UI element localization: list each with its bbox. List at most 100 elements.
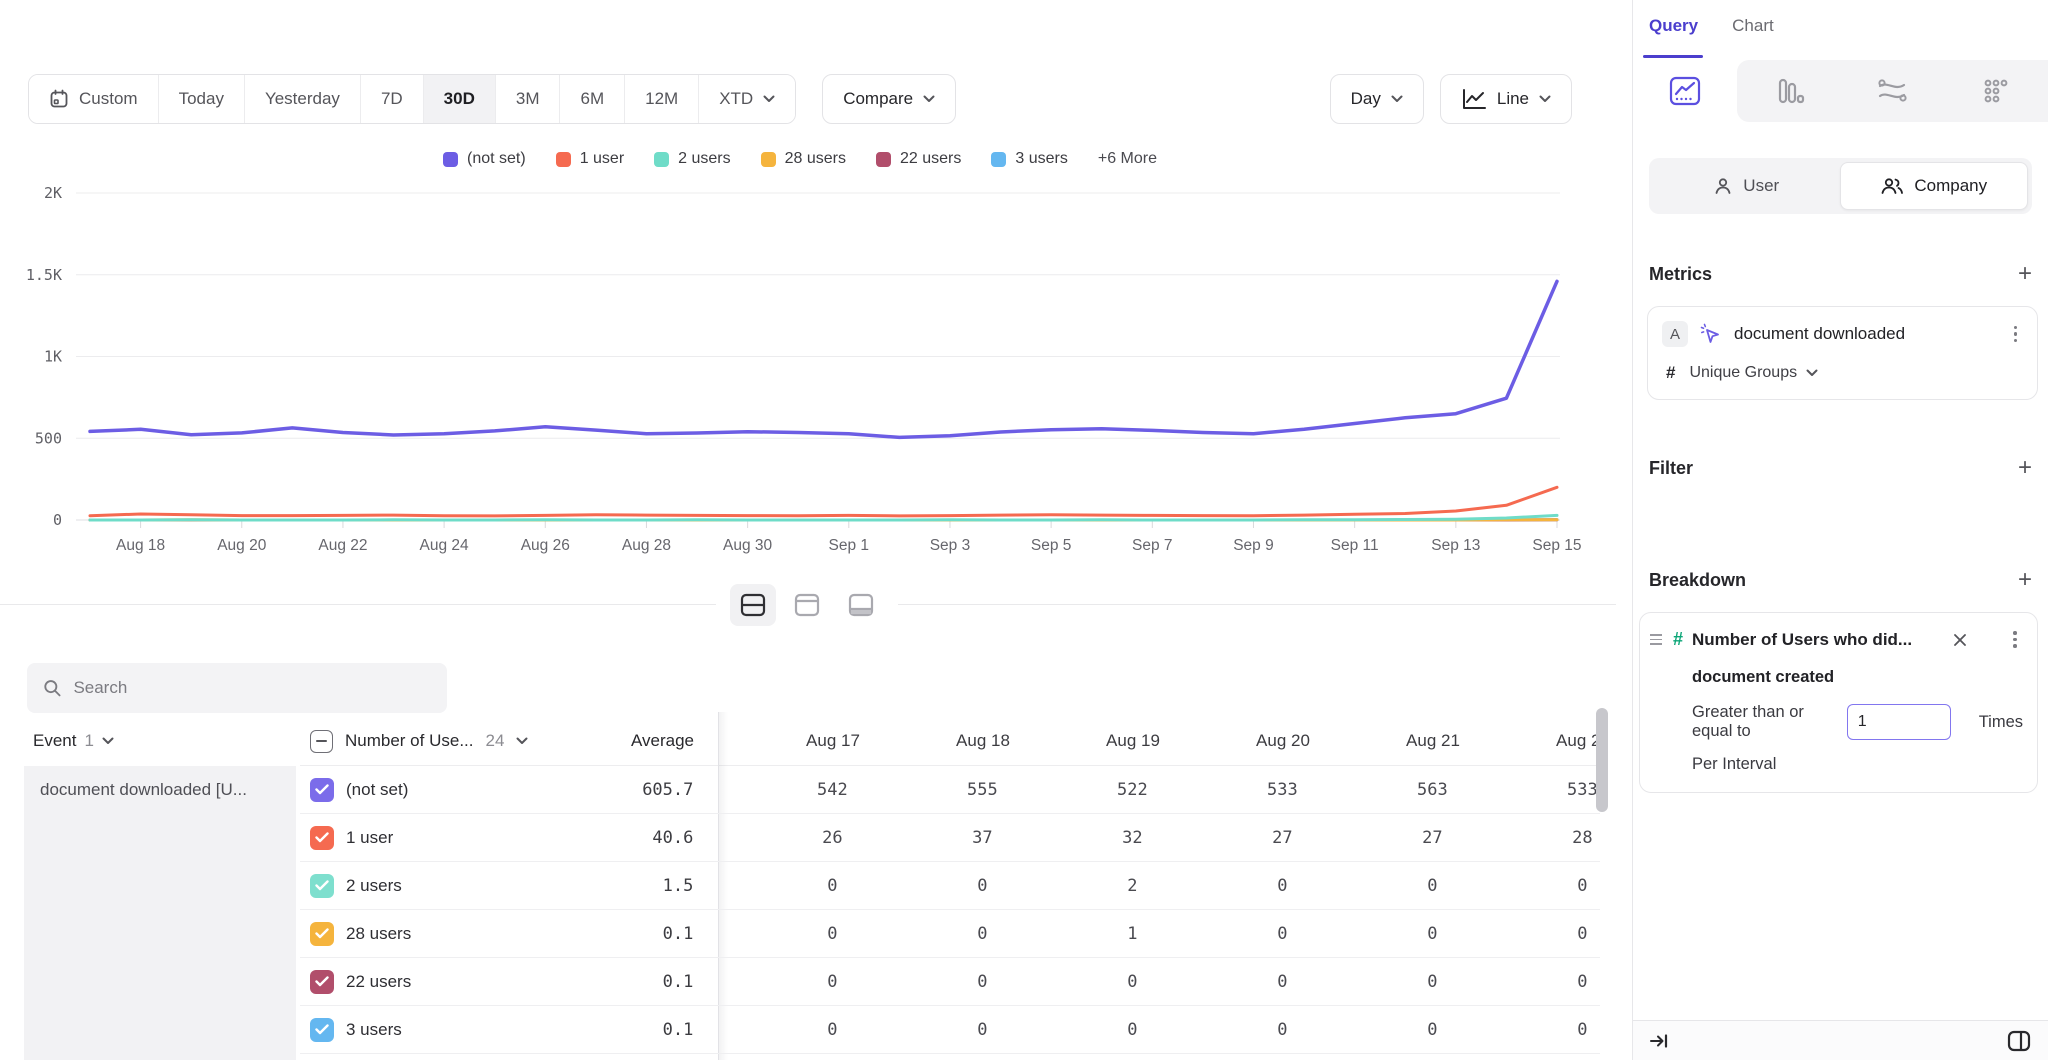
row-value-cell: 0 [907, 876, 1057, 896]
row-value-cell: 0 [1507, 876, 1600, 896]
event-cursor-icon [1700, 323, 1722, 345]
row-checkbox[interactable] [310, 874, 334, 898]
date-range-group: CustomTodayYesterday7D30D3M6M 12M XTD [28, 74, 796, 124]
panel-layout-icon[interactable] [2006, 1029, 2032, 1053]
legend-item[interactable]: 28 users [761, 150, 846, 168]
measurement-dropdown[interactable]: Unique Groups [1689, 364, 1818, 382]
group-header-label: Number of Use... [345, 731, 474, 751]
chart-type-line-button[interactable] [1633, 60, 1737, 122]
range-6m[interactable]: 6M [560, 75, 625, 123]
select-all-checkbox[interactable] [310, 730, 333, 753]
metric-event-name[interactable]: document downloaded [1734, 324, 1905, 344]
row-group-cell: 28 users [300, 922, 558, 946]
chevron-down-icon [763, 95, 775, 103]
breakdown-title: Breakdown [1649, 570, 1746, 591]
chevron-down-icon[interactable] [516, 737, 528, 745]
legend-more-button[interactable]: +6 More [1098, 150, 1157, 168]
row-value-cell: 1 [1057, 924, 1207, 944]
row-value-cell: 555 [907, 780, 1057, 800]
date-column-header[interactable]: Aug 22 [1508, 731, 1602, 751]
date-column-header[interactable]: Aug 19 [1058, 731, 1208, 751]
metric-menu-button[interactable] [2008, 324, 2024, 345]
y-axis-label: 2K [44, 184, 62, 202]
range-custom[interactable]: Custom [29, 75, 159, 123]
table-row: 2 users1.5002000 [300, 862, 1600, 910]
range-yesterday[interactable]: Yesterday [245, 75, 361, 123]
event-column-header[interactable]: Event 1 [0, 731, 300, 751]
line-chart[interactable]: 05001K1.5K2KAug 18Aug 20Aug 22Aug 24Aug … [0, 182, 1632, 562]
legend-item[interactable]: (not set) [443, 150, 526, 168]
row-value-cell: 0 [907, 924, 1057, 944]
legend-item[interactable]: 22 users [876, 150, 961, 168]
chart-type-bar-button[interactable] [1737, 60, 1841, 122]
event-count: 1 [84, 731, 93, 751]
row-value-cell: 0 [1507, 924, 1600, 944]
range-12m[interactable]: 12M [625, 75, 699, 123]
row-value-cell: 0 [907, 972, 1057, 992]
row-checkbox[interactable] [310, 826, 334, 850]
row-checkbox[interactable] [310, 1018, 334, 1042]
layout-table-only-button[interactable] [838, 584, 884, 626]
chart-type-flow-button[interactable] [1841, 60, 1945, 122]
breakdown-value-input[interactable] [1847, 704, 1951, 740]
series-line--not-set-[interactable] [90, 281, 1557, 437]
row-group-cell: 1 user [300, 826, 558, 850]
date-column-header[interactable]: Aug 21 [1358, 731, 1508, 751]
collapse-panel-icon[interactable] [1649, 1032, 1669, 1050]
range-today[interactable]: Today [159, 75, 245, 123]
close-icon [1952, 632, 1968, 648]
legend-label: 3 users [1015, 150, 1067, 168]
table-scrollbar[interactable] [1596, 708, 1608, 812]
chart-type-dropdown[interactable]: Line [1440, 74, 1572, 124]
compare-button[interactable]: Compare [822, 74, 956, 124]
range-xtd[interactable]: XTD [699, 75, 795, 123]
row-checkbox[interactable] [310, 922, 334, 946]
x-axis-label: Aug 22 [318, 537, 367, 554]
chart-type-more-button[interactable] [1944, 60, 2048, 122]
interval-dropdown[interactable]: Day [1330, 74, 1424, 124]
layout-chart-only-button[interactable] [784, 584, 830, 626]
range-7d[interactable]: 7D [361, 75, 424, 123]
entity-company-segment[interactable]: Company [1840, 162, 2029, 210]
drag-handle-icon[interactable] [1648, 632, 1664, 647]
y-axis-label: 1.5K [26, 266, 62, 284]
date-column-header[interactable]: Aug 20 [1208, 731, 1358, 751]
breakdown-condition-label: Greater than or equal to [1692, 703, 1833, 741]
chevron-down-icon [1806, 369, 1818, 377]
x-axis-label: Aug 24 [420, 537, 470, 554]
layout-toggle-group [716, 580, 898, 630]
row-value-cell: 0 [1057, 972, 1207, 992]
date-column-header[interactable]: Aug 17 [758, 731, 908, 751]
row-value-cell: 27 [1357, 828, 1507, 848]
tab-query[interactable]: Query [1649, 16, 1698, 60]
add-breakdown-button[interactable]: + [2018, 568, 2032, 592]
remove-breakdown-button[interactable] [1952, 632, 1968, 648]
tab-chart[interactable]: Chart [1732, 16, 1774, 60]
row-group-cell: 22 users [300, 970, 558, 994]
date-column-header[interactable]: Aug 18 [908, 731, 1058, 751]
breakdown-card[interactable]: # Number of Users who did... document cr… [1639, 612, 2038, 793]
range-label: 12M [645, 89, 678, 109]
row-checkbox[interactable] [310, 778, 334, 802]
row-value-cell: 0 [1507, 1020, 1600, 1040]
legend-item[interactable]: 1 user [556, 150, 624, 168]
breakdown-menu-button[interactable] [2007, 629, 2023, 650]
row-value-cell: 0 [1357, 876, 1507, 896]
add-metric-button[interactable]: + [2018, 262, 2032, 286]
chart-type-label: Line [1497, 89, 1529, 109]
x-axis-label: Sep 3 [930, 537, 971, 554]
row-checkbox[interactable] [310, 970, 334, 994]
legend-item[interactable]: 2 users [654, 150, 730, 168]
layout-split-button[interactable] [730, 584, 776, 626]
series-line-1-user[interactable] [90, 487, 1557, 516]
range-30d[interactable]: 30D [424, 75, 496, 123]
add-filter-button[interactable]: + [2018, 456, 2032, 480]
entity-user-segment[interactable]: User [1653, 162, 1840, 210]
table-row: 3 users0.1000000 [300, 1006, 1600, 1054]
legend-item[interactable]: 3 users [991, 150, 1067, 168]
search-input[interactable] [73, 678, 431, 698]
range-3m[interactable]: 3M [496, 75, 561, 123]
metrics-section-header: Metrics + [1649, 262, 2032, 286]
row-label: 22 users [346, 972, 411, 992]
metric-card[interactable]: A document downloaded # Unique Groups [1647, 306, 2038, 400]
